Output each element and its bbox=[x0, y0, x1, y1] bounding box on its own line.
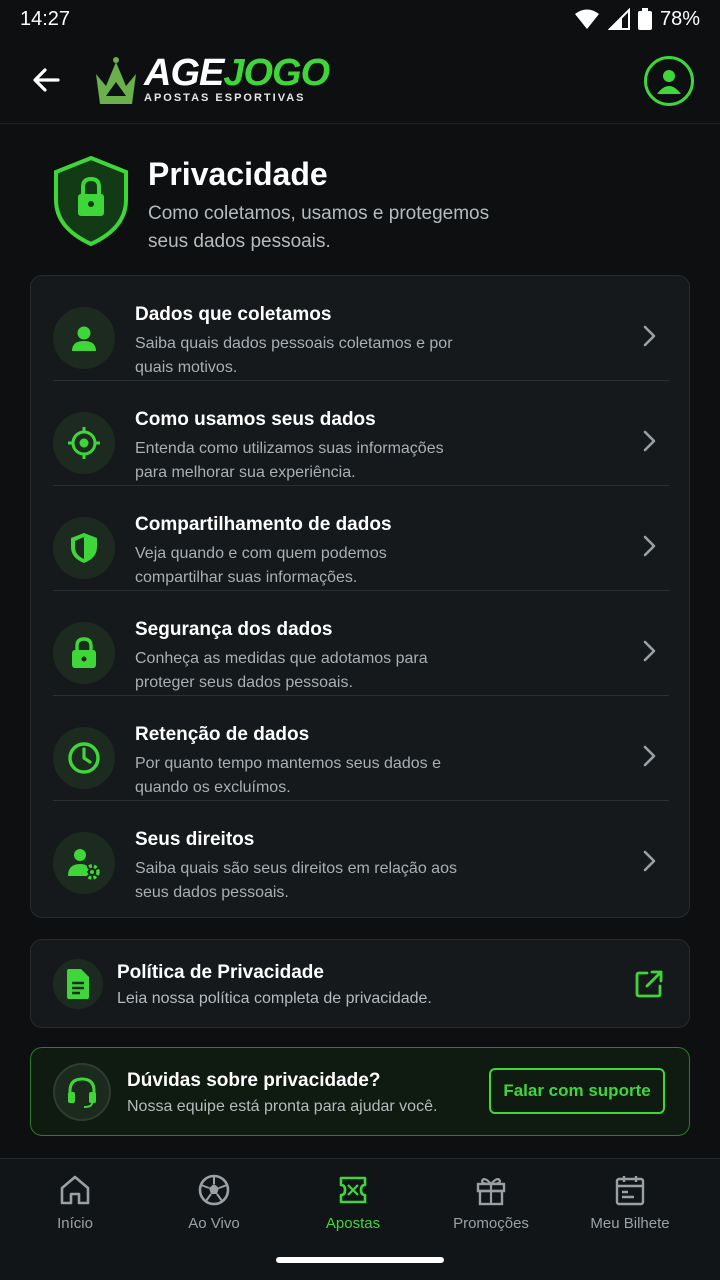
privacy-policy-card[interactable]: Política de Privacidade Leia nossa polít… bbox=[30, 939, 690, 1028]
app-header: AGEJOGO APOSTAS ESPORTIVAS bbox=[0, 38, 720, 124]
list-item-dados-coletamos[interactable]: Dados que coletamos Saiba quais dados pe… bbox=[31, 276, 691, 381]
item-description: Saiba quais dados pessoais coletamos e p… bbox=[135, 335, 453, 376]
calendar-icon bbox=[615, 1176, 645, 1206]
logo-jogo: JOGO bbox=[223, 52, 330, 94]
shield-lock-icon bbox=[54, 155, 128, 246]
policy-title: Política de Privacidade bbox=[117, 962, 324, 983]
nav-label: Ao Vivo bbox=[188, 1215, 240, 1232]
contact-support-button[interactable]: Falar com suporte bbox=[489, 1068, 665, 1114]
status-time: 14:27 bbox=[20, 7, 71, 30]
chevron-right-icon bbox=[643, 535, 656, 557]
logo-wordmark: AGEJOGO bbox=[144, 52, 330, 95]
chevron-right-icon bbox=[643, 430, 656, 452]
external-link-icon[interactable] bbox=[635, 970, 663, 998]
home-indicator[interactable] bbox=[276, 1257, 444, 1263]
nav-item-ao-vivo[interactable]: Ao Vivo bbox=[144, 1173, 284, 1243]
item-description: Entenda como utilizamos suas informações… bbox=[135, 440, 444, 481]
back-button[interactable] bbox=[28, 62, 64, 98]
item-description: Por quanto tempo mantemos seus dados e q… bbox=[135, 755, 441, 796]
nav-label: Apostas bbox=[325, 1215, 381, 1232]
item-title: Segurança dos dados bbox=[135, 619, 333, 640]
battery-level: 78% bbox=[659, 7, 700, 30]
item-title: Como usamos seus dados bbox=[135, 409, 376, 430]
page-title: Privacidade bbox=[148, 156, 328, 192]
list-item-seguranca[interactable]: Segurança dos dados Conheça as medidas q… bbox=[31, 591, 691, 696]
chevron-right-icon bbox=[643, 745, 656, 767]
nav-item-apostas[interactable]: Apostas bbox=[283, 1173, 423, 1243]
chevron-right-icon bbox=[643, 325, 656, 347]
item-description: Veja quando e com quem podemos compartil… bbox=[135, 545, 387, 586]
list-item-como-usamos[interactable]: Como usamos seus dados Entenda como util… bbox=[31, 381, 691, 486]
user-icon bbox=[53, 307, 115, 369]
nav-item-inicio[interactable]: Início bbox=[5, 1173, 145, 1243]
document-icon bbox=[53, 959, 103, 1009]
list-item-retencao[interactable]: Retenção de dados Por quanto tempo mante… bbox=[31, 696, 691, 801]
item-title: Seus direitos bbox=[135, 829, 255, 850]
list-item-compartilhamento[interactable]: Compartilhamento de dados Veja quando e … bbox=[31, 486, 691, 591]
battery-icon bbox=[637, 8, 652, 30]
clock-icon bbox=[53, 727, 115, 789]
nav-item-meu-bilhete[interactable]: Meu Bilhete bbox=[560, 1173, 700, 1243]
item-title: Dados que coletamos bbox=[135, 304, 332, 325]
nav-label: Meu Bilhete bbox=[590, 1215, 670, 1232]
crown-logo-icon bbox=[96, 57, 136, 104]
support-title: Dúvidas sobre privacidade? bbox=[127, 1070, 381, 1091]
logo-tagline: APOSTAS ESPORTIVAS bbox=[144, 92, 306, 104]
chevron-right-icon bbox=[643, 850, 656, 872]
profile-button[interactable] bbox=[644, 56, 694, 106]
target-icon bbox=[53, 412, 115, 474]
gift-icon bbox=[476, 1177, 506, 1206]
page-subtitle: Como coletamos, usamos e protegemos seus… bbox=[148, 203, 490, 252]
agejogo-logo[interactable]: AGEJOGO APOSTAS ESPORTIVAS bbox=[92, 52, 332, 112]
headset-icon bbox=[53, 1063, 111, 1121]
policy-description: Leia nossa política completa de privacid… bbox=[117, 990, 432, 1007]
status-bar: 14:27 78% bbox=[0, 0, 720, 38]
nav-label: Promoções bbox=[453, 1215, 529, 1232]
support-description: Nossa equipe está pronta para ajudar voc… bbox=[127, 1098, 438, 1115]
user-circle-icon bbox=[657, 70, 681, 94]
arrow-left-icon bbox=[33, 68, 60, 92]
item-title: Retenção de dados bbox=[135, 724, 310, 745]
privacy-support-card: Dúvidas sobre privacidade? Nossa equipe … bbox=[30, 1047, 690, 1136]
nav-item-promocoes[interactable]: Promoções bbox=[421, 1173, 561, 1243]
ticket-icon bbox=[339, 1176, 367, 1204]
item-title: Compartilhamento de dados bbox=[135, 514, 392, 535]
shield-icon bbox=[53, 517, 115, 579]
soccer-ball-icon bbox=[198, 1174, 230, 1206]
logo-age: AGE bbox=[144, 52, 224, 94]
status-icons: 78% bbox=[574, 8, 700, 31]
chevron-right-icon bbox=[643, 640, 656, 662]
home-icon bbox=[60, 1175, 90, 1205]
wifi-icon bbox=[574, 9, 599, 29]
item-description: Conheça as medidas que adotamos para pro… bbox=[135, 650, 428, 691]
item-description: Saiba quais são seus direitos em relação… bbox=[135, 860, 457, 901]
privacy-topics-list: Dados que coletamos Saiba quais dados pe… bbox=[30, 275, 690, 918]
signal-icon bbox=[607, 8, 630, 30]
nav-label: Início bbox=[57, 1215, 93, 1232]
list-item-seus-direitos[interactable]: Seus direitos Saiba quais são seus direi… bbox=[31, 801, 691, 906]
privacy-hero: Privacidade Como coletamos, usamos e pro… bbox=[0, 150, 720, 260]
lock-icon bbox=[53, 622, 115, 684]
user-gear-icon bbox=[53, 832, 115, 894]
